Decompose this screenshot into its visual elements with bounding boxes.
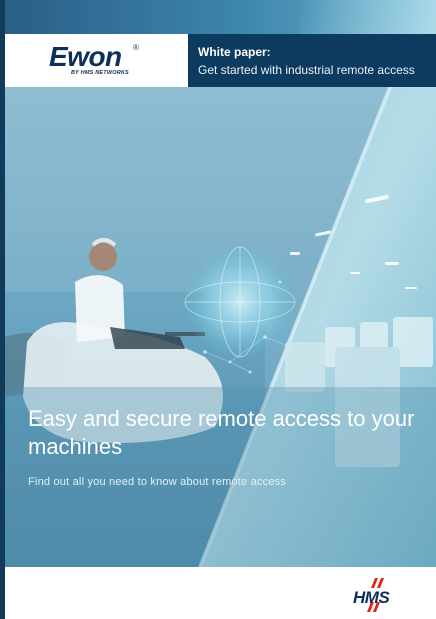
document-type-label: White paper: bbox=[198, 45, 271, 59]
ewon-logo-wordmark: Ewon bbox=[49, 41, 122, 72]
ewon-logo-tagline: BY HMS NETWORKS bbox=[71, 70, 129, 76]
footer: HMS bbox=[5, 567, 436, 619]
hero-image: Easy and secure remote access to your ma… bbox=[5, 87, 436, 567]
hms-logo-wordmark: HMS bbox=[353, 588, 390, 607]
hms-logo: HMS bbox=[353, 574, 415, 619]
top-diagonal-light bbox=[300, 0, 436, 34]
document-header: White paper: Get started with industrial… bbox=[188, 34, 436, 87]
hero-illustration bbox=[5, 87, 436, 567]
registered-mark: ® bbox=[133, 43, 139, 52]
ewon-logo: Ewon ® BY HMS NETWORKS bbox=[5, 34, 188, 87]
hero-subtitle: Find out all you need to know about remo… bbox=[28, 476, 287, 488]
hero-title: Easy and secure remote access to your ma… bbox=[28, 406, 415, 459]
document-title: Get started with industrial remote acces… bbox=[198, 63, 415, 77]
